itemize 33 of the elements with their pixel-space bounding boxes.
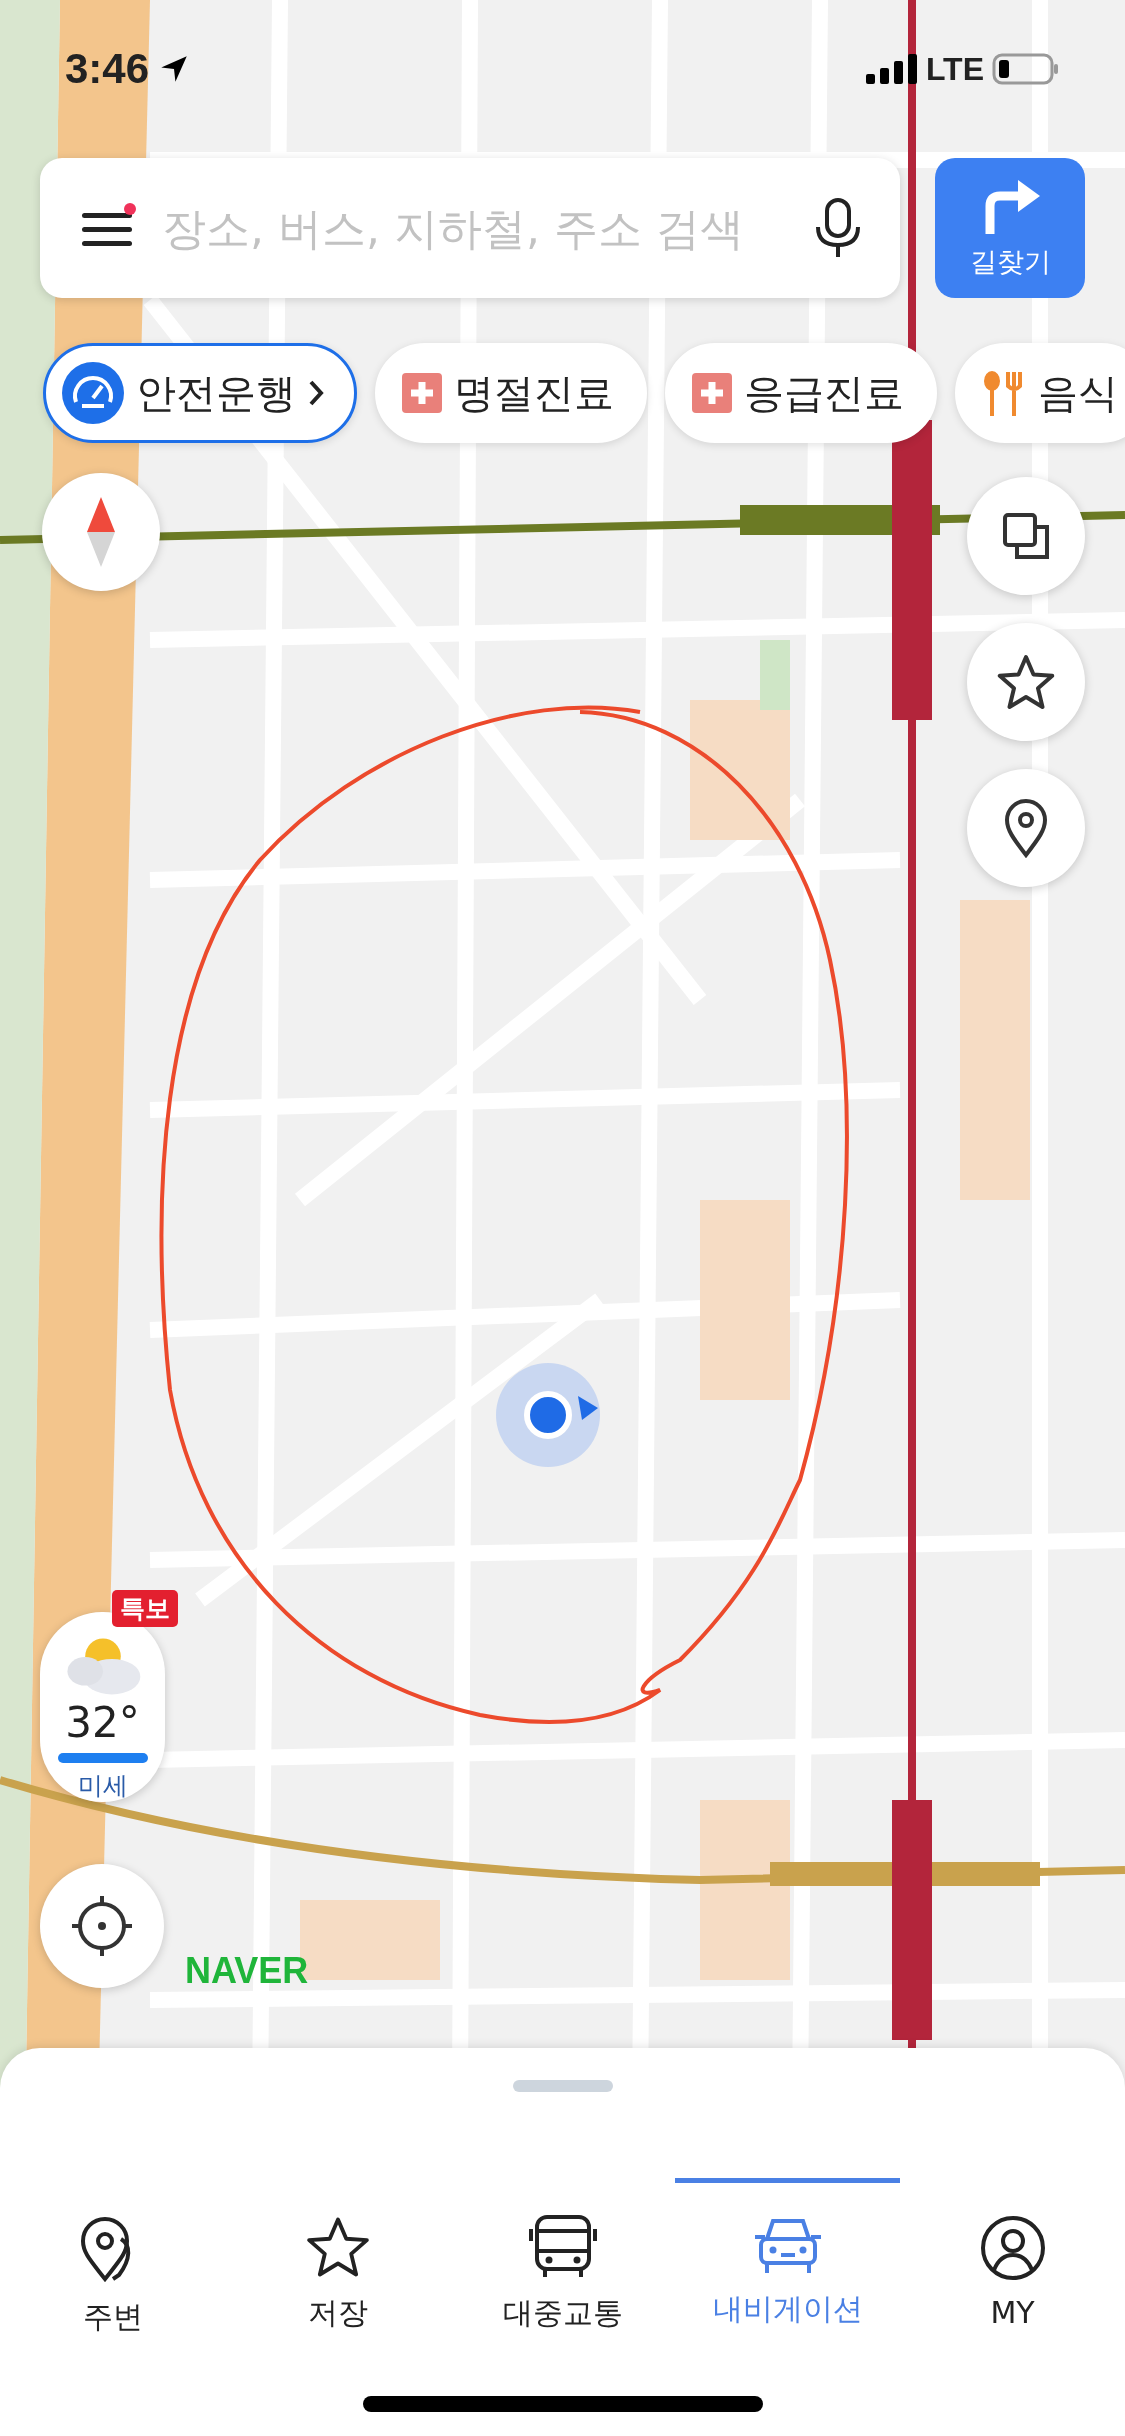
signal-icon [865, 54, 918, 84]
profile-icon [979, 2215, 1046, 2281]
tab[interactable]: MY [900, 2178, 1125, 2330]
tab[interactable]: 저장 [225, 2178, 450, 2334]
tab[interactable]: 주변 [0, 2178, 225, 2338]
sheet-handle[interactable] [512, 2080, 613, 2092]
star-icon [996, 653, 1056, 711]
filter-chip[interactable]: 음식 [955, 343, 1125, 443]
directions-button[interactable]: 길찾기 [935, 158, 1085, 298]
layers-icon [1001, 511, 1051, 561]
network-label: LTE [925, 50, 984, 88]
tab[interactable]: 대중교통 [450, 2178, 675, 2334]
filter-chip[interactable]: 안전운행 [43, 343, 357, 443]
crosshair-icon [70, 1894, 134, 1958]
air-quality-label: 미세 [77, 1770, 128, 1802]
bus-icon [528, 2215, 597, 2279]
search-bar[interactable]: 장소, 버스, 지하철, 주소 검색 [40, 158, 900, 298]
medical-cross-icon [402, 373, 442, 413]
alert-badge: 특보 [112, 1590, 178, 1627]
search-input[interactable]: 장소, 버스, 지하철, 주소 검색 [160, 201, 792, 255]
filter-chip[interactable]: 응급진료 [665, 343, 937, 443]
filter-chip[interactable]: 명절진료 [375, 343, 647, 443]
pin-icon [1003, 798, 1049, 858]
map-logo: NAVER [185, 1950, 309, 1992]
battery-icon [992, 53, 1060, 85]
temperature: 32° [65, 1698, 140, 1748]
star-icon [304, 2215, 371, 2279]
speedometer-icon [62, 362, 124, 424]
tab[interactable]: 내비게이션 [675, 2178, 900, 2330]
park [760, 640, 790, 710]
status-time: 3:46 [65, 45, 150, 93]
chevron-right-icon [308, 379, 324, 407]
medical-cross-icon [692, 373, 732, 413]
